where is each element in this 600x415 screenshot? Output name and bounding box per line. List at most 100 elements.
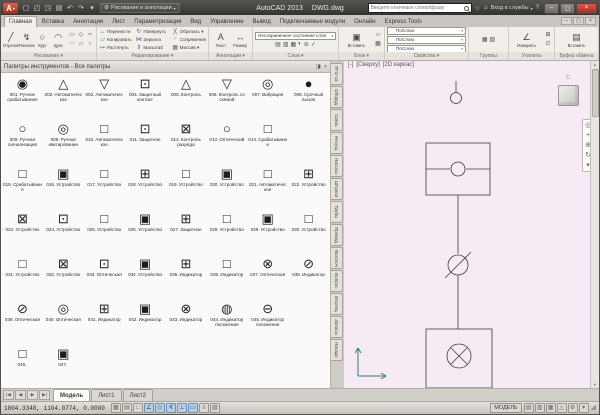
symbol-slash-circle[interactable] [445, 252, 471, 278]
palette-tab[interactable]: Запасы [331, 316, 343, 338]
panel-label-block[interactable]: Блок ▾ [339, 52, 384, 60]
symbol-detector-top[interactable] [451, 81, 462, 104]
ribbon-tab[interactable]: Вид [186, 16, 205, 27]
panel-label-layers[interactable]: Слои ▾ [253, 52, 338, 60]
app-menu-button[interactable]: A▾ [3, 3, 18, 14]
palette-item[interactable]: ◎ 040.Оптическая [43, 298, 84, 343]
palette-item[interactable]: ⊞ 041.Индикатор [84, 298, 125, 343]
qat-icon[interactable]: ▢ [21, 3, 31, 14]
status-toggle[interactable]: ⊥ [177, 403, 187, 413]
property-combo[interactable]: ПоСлою ▾ [387, 36, 466, 44]
qat-icon[interactable]: ↷ [76, 3, 86, 14]
ribbon-small-button[interactable]: ≈ [86, 31, 94, 39]
ribbon-tab[interactable]: Аннотации [69, 16, 107, 27]
ribbon-small-button[interactable]: ▱ [77, 40, 85, 48]
model-space-button[interactable]: МОДЕЛЬ [490, 403, 521, 413]
layer-tool-icon[interactable]: ⊘ [304, 41, 309, 48]
palette-tab[interactable]: Насосы [331, 155, 343, 177]
qat-icon[interactable]: ▾ [87, 3, 97, 14]
palette-item[interactable]: ⊗ 037.Оптическая [247, 253, 288, 298]
palette-header[interactable]: Палитры инструментов - Все палитры ◨ × [1, 61, 330, 73]
palette-item[interactable]: ⊞ 018.Устройство [125, 163, 166, 208]
drawing-canvas[interactable] [344, 71, 590, 388]
palette-item[interactable]: ⊖ 045.Индикатор положения [247, 298, 288, 343]
ribbon-button[interactable]: ▤Вставить [557, 32, 596, 48]
palette-item[interactable]: ◎ 009.Ручное квитирование [43, 118, 84, 163]
palette-item[interactable]: ▽ 003.Автоматическое [84, 73, 125, 118]
palette-tab[interactable]: Оборуд [331, 86, 343, 108]
ribbon-tab[interactable]: Вывод [249, 16, 275, 27]
statusbar-icon[interactable]: △ [557, 403, 567, 413]
status-toggle[interactable]: ∠ [144, 403, 154, 413]
status-toggle[interactable]: ≡ [199, 403, 209, 413]
window-button[interactable]: × [576, 3, 597, 14]
palette-item[interactable]: ▽ 006.Контроль со схемой [206, 73, 247, 118]
view-cube[interactable]: С [553, 66, 583, 106]
symbol-control-box[interactable] [426, 143, 490, 195]
ribbon-button[interactable]: АТекст [211, 32, 231, 48]
layout-nav-button[interactable]: ▶ [27, 390, 38, 400]
palette-item[interactable]: □ 030.Устройство [288, 208, 329, 253]
palette-item[interactable]: ⊠ 023.Устройство [2, 208, 43, 253]
palette-item[interactable]: □ 036.Индикатор [206, 253, 247, 298]
palette-item[interactable]: ⊞ 027.Защитное [166, 208, 207, 253]
palette-tab[interactable]: Трубы [331, 201, 343, 223]
status-toggle[interactable]: ◇ [155, 403, 165, 413]
palette-item[interactable]: □ 015.Срабатывание [2, 163, 43, 208]
palette-tab[interactable]: Штрихи [331, 178, 343, 200]
palette-item[interactable]: ◍ 044.Индикатор положения [206, 298, 247, 343]
status-toggle[interactable]: ∢ [166, 403, 176, 413]
palette-tab[interactable]: Выключ [331, 247, 343, 269]
layer-tool-icon[interactable]: ◐ [298, 41, 302, 48]
panel-label-groups[interactable]: Группы [469, 52, 508, 60]
doc-window-button[interactable]: × [585, 17, 596, 25]
palette-item[interactable]: ⊠ 012.Контроль разряда [166, 118, 207, 163]
ribbon-small-button[interactable]: ⊞ [544, 31, 552, 39]
layout-nav-button[interactable]: ▶| [39, 390, 50, 400]
palette-item[interactable]: ⊡ 004.Защитный контакт [125, 73, 166, 118]
statusbar-icon[interactable]: ▥ [535, 403, 545, 413]
ribbon-small-button[interactable]: ▱ [374, 31, 382, 39]
statusbar-icon[interactable]: ▦ [546, 403, 556, 413]
palette-item[interactable]: ⊘ 039.Оптическая [2, 298, 43, 343]
scroll-up-icon[interactable]: ▲ [593, 61, 597, 68]
ribbon-button[interactable]: ╱Отрезок [3, 32, 19, 48]
qat-icon[interactable]: ↶ [65, 3, 75, 14]
qat-icon[interactable]: ◰ [32, 3, 42, 14]
scroll-down-icon[interactable]: ▼ [593, 381, 597, 388]
workspace-switcher[interactable]: ⚙ Рисование и аннотации ▾ [100, 3, 180, 13]
status-toggle[interactable]: ▨ [210, 403, 220, 413]
palette-item[interactable] [288, 118, 329, 163]
property-combo[interactable]: ПоСлою ▾ [387, 27, 466, 35]
palette-item[interactable]: ▣ 020.Устройство [206, 163, 247, 208]
vertical-scrollbar[interactable]: ▲ ▼ [590, 61, 599, 388]
statusbar-icon[interactable]: ▾ [579, 403, 589, 413]
layer-tool-icon[interactable]: ▤ [275, 41, 281, 48]
layer-tool-icon[interactable]: ✓ [311, 41, 316, 48]
layout-tab[interactable]: Лист1 [91, 389, 121, 401]
layout-tab[interactable]: Модель [53, 389, 90, 401]
help-icon[interactable]: ? [536, 5, 539, 11]
ribbon-tab[interactable]: Управление [206, 16, 247, 27]
resize-grip[interactable]: ◢ [591, 403, 596, 413]
palette-item[interactable]: △ 002.Автоматическое [43, 73, 84, 118]
palette-item[interactable]: □ 028.Устройство [206, 208, 247, 253]
status-toggle[interactable]: ▦ [111, 403, 121, 413]
qat-icon[interactable]: ◳ [43, 3, 53, 14]
window-button[interactable]: – [544, 3, 559, 14]
close-icon[interactable]: × [324, 64, 327, 70]
palette-item[interactable]: ⊡ 011.Защитное [125, 118, 166, 163]
palette-item[interactable]: ▣ 034.Устройство [125, 253, 166, 298]
status-toggle[interactable]: ∟ [133, 403, 143, 413]
palette-item[interactable]: △ 005.Контроль [166, 73, 207, 118]
drawing-area[interactable]: [-] [Сверху] [2D каркас] [344, 61, 599, 388]
doc-window-button[interactable]: – [561, 17, 572, 25]
ribbon-button[interactable]: ↔Перенести [99, 28, 133, 36]
palette-item[interactable]: ◎ 007.Вибрация [247, 73, 288, 118]
palette-item[interactable]: ⊡ 033.Оптическая [84, 253, 125, 298]
palette-tab[interactable]: Изоляц [331, 293, 343, 315]
palette-item[interactable]: ◉ 001.Ручное срабатывание [2, 73, 43, 118]
window-button[interactable]: ▢ [560, 3, 575, 14]
ribbon-small-button[interactable]: ∅ [544, 40, 552, 48]
ribbon-button[interactable]: ╳Обрезать ▾ [172, 28, 206, 36]
